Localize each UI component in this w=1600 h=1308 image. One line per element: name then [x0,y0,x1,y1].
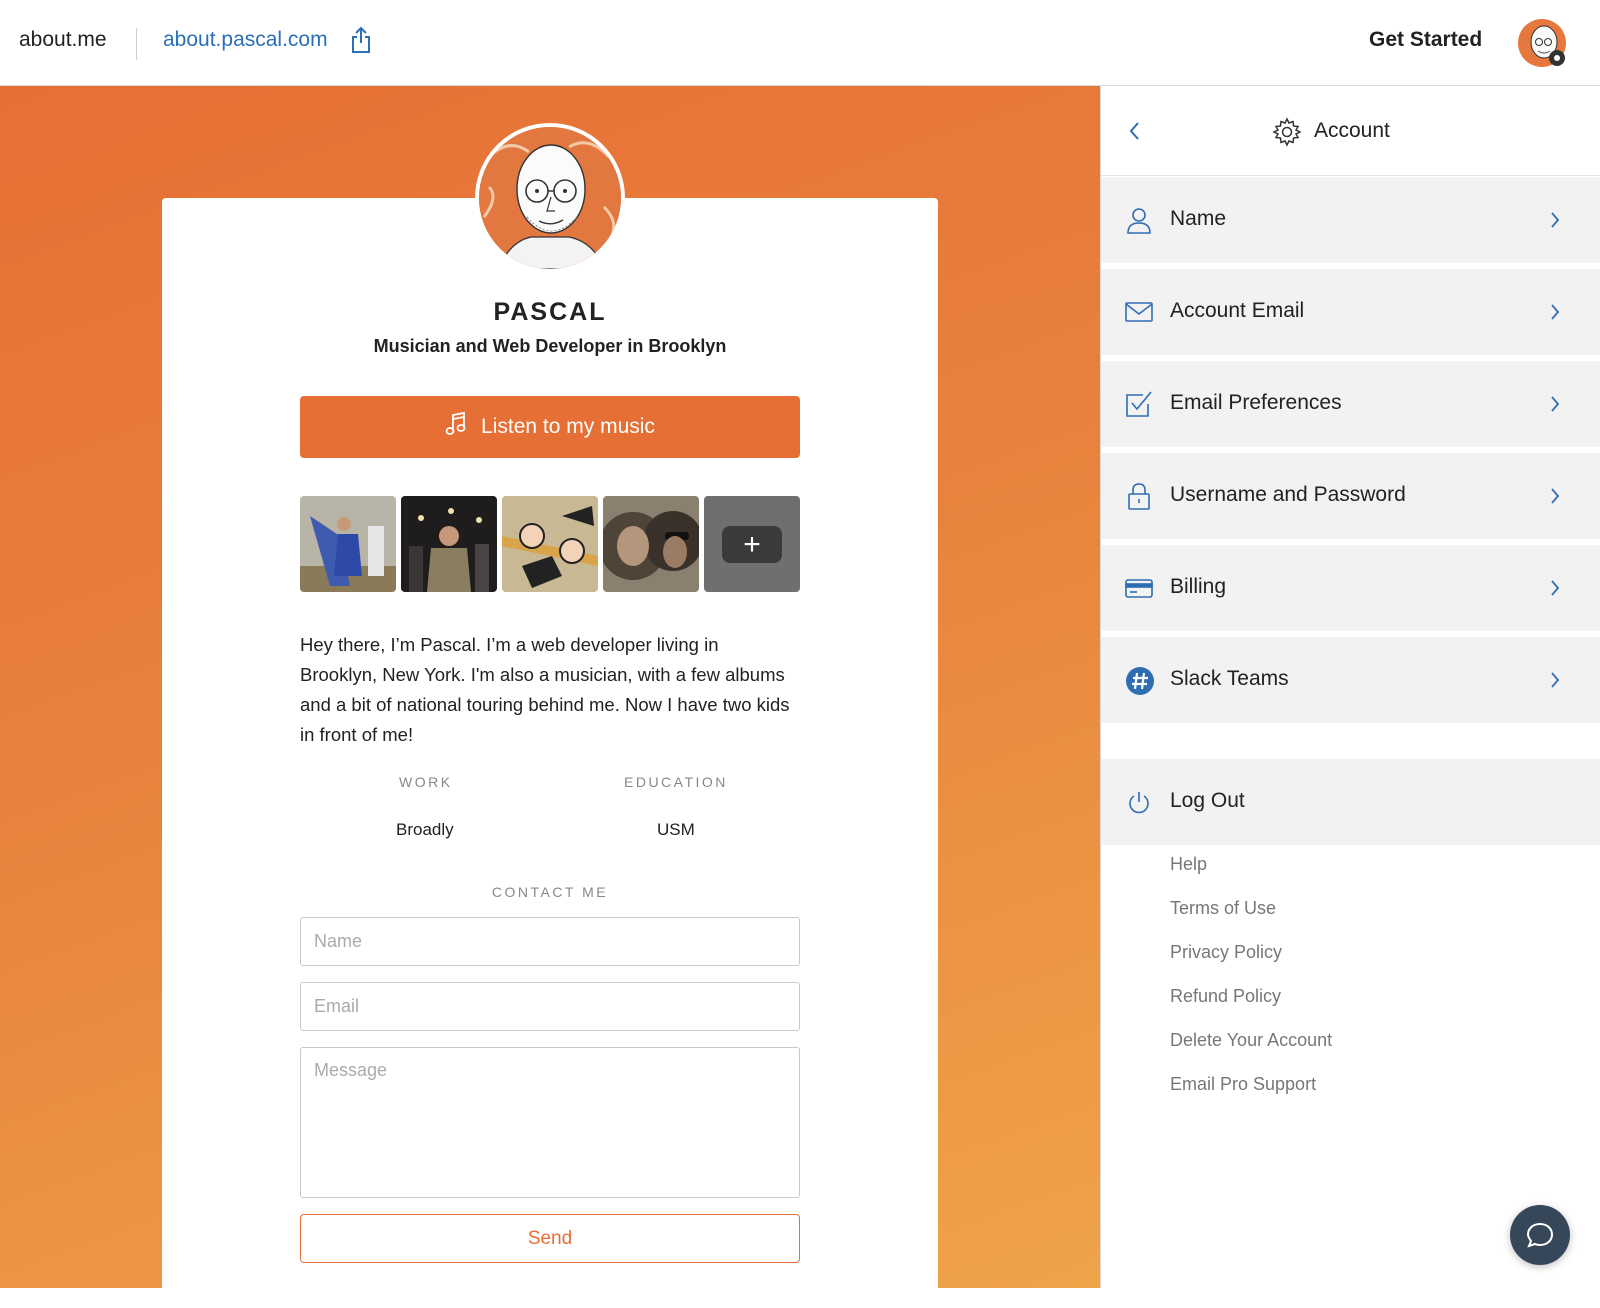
user-avatar[interactable] [1517,18,1567,68]
checkbox-icon [1125,390,1153,418]
menu-item-name[interactable]: Name [1101,177,1600,263]
add-photo-button[interactable]: + [704,496,800,592]
credit-card-icon [1125,574,1153,602]
chevron-right-icon [1549,578,1561,598]
user-icon [1125,206,1153,234]
photo-thumbnail[interactable] [603,496,699,592]
logout-button[interactable]: Log Out [1101,759,1600,845]
chevron-right-icon [1549,394,1561,414]
photo-thumbnail[interactable] [502,496,598,592]
top-bar: about.me about.pascal.com Get Started [0,0,1600,86]
profile-name: PASCAL [493,298,607,326]
footer-link-help[interactable]: Help [1170,854,1207,875]
share-icon[interactable] [350,26,372,54]
contact-email-input[interactable] [300,982,800,1031]
photo-thumbnail[interactable] [300,496,396,592]
lock-icon [1125,482,1153,510]
footer-link-email-pro-support[interactable]: Email Pro Support [1170,1074,1316,1095]
profile-avatar [475,123,625,273]
panel-title: Account [1314,119,1390,142]
logout-label: Log Out [1170,789,1245,812]
profile-headline: Musician and Web Developer in Brooklyn [373,336,727,356]
photo-thumbnail[interactable] [401,496,497,592]
send-button[interactable]: Send [300,1214,800,1263]
education-label: EDUCATION [624,774,728,790]
chevron-right-icon [1549,302,1561,322]
work-value: Broadly [396,820,454,839]
site-url-link[interactable]: about.pascal.com [163,28,328,52]
plus-icon: + [722,526,782,563]
menu-item-username-password[interactable]: Username and Password [1101,453,1600,539]
education-value: USM [657,820,695,839]
panel-header: Account [1101,86,1600,176]
back-chevron-icon[interactable] [1127,120,1141,142]
menu-item-label: Username and Password [1170,483,1406,506]
menu-item-slack-teams[interactable]: Slack Teams [1101,637,1600,723]
divider [136,28,137,60]
gear-icon [1272,117,1302,147]
music-note-icon [445,411,467,443]
contact-message-input[interactable] [300,1047,800,1198]
menu-item-account-email[interactable]: Account Email [1101,269,1600,355]
menu-item-label: Slack Teams [1170,667,1289,690]
chevron-right-icon [1549,670,1561,690]
footer-link-delete-account[interactable]: Delete Your Account [1170,1030,1332,1051]
listen-music-label: Listen to my music [481,415,655,438]
account-panel: Account Name Account Email Email Prefere… [1100,86,1600,1288]
photo-strip: + [300,496,800,592]
footer-link-terms[interactable]: Terms of Use [1170,898,1276,919]
menu-item-label: Billing [1170,575,1227,598]
work-label: WORK [399,774,453,790]
menu-item-label: Account Email [1170,299,1305,322]
slack-hash-icon [1125,666,1154,695]
chat-support-button[interactable] [1510,1205,1570,1265]
profile-bio: Hey there, I’m Pascal. I’m a web develop… [300,634,790,745]
chevron-right-icon [1549,486,1561,506]
chat-bubble-icon [1526,1222,1554,1248]
menu-item-email-preferences[interactable]: Email Preferences [1101,361,1600,447]
menu-item-billing[interactable]: Billing [1101,545,1600,631]
menu-item-label: Email Preferences [1170,391,1342,414]
contact-heading: CONTACT ME [491,884,609,900]
chevron-right-icon [1549,210,1561,230]
contact-name-input[interactable] [300,917,800,966]
brand-logo[interactable]: about.me [19,28,107,52]
listen-music-button[interactable]: Listen to my music [300,396,800,458]
power-icon [1125,788,1153,816]
get-started-button[interactable]: Get Started [1369,28,1482,52]
envelope-icon [1125,298,1153,326]
footer-link-privacy[interactable]: Privacy Policy [1170,942,1282,963]
footer-link-refund[interactable]: Refund Policy [1170,986,1281,1007]
menu-item-label: Name [1170,207,1227,230]
